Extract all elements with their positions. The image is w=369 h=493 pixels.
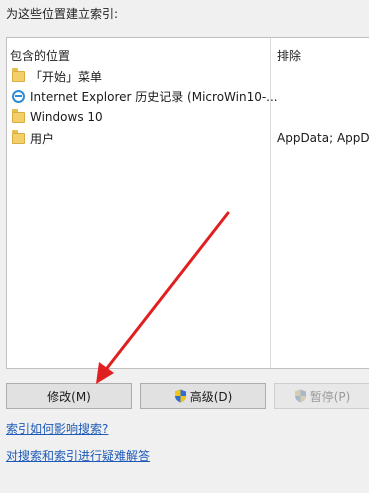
troubleshoot-search-link[interactable]: 对搜索和索引进行疑难解答 — [6, 447, 150, 464]
modify-button[interactable]: 修改(M) — [6, 383, 132, 409]
advanced-button[interactable]: 高级(D) — [140, 383, 266, 409]
list-item[interactable]: Internet Explorer 历史记录 (MicroWin10-... — [12, 86, 278, 106]
pause-button-label: 暂停(P) — [309, 389, 351, 404]
advanced-button-label: 高级(D) — [189, 389, 233, 404]
folder-icon — [12, 129, 25, 144]
shield-icon — [294, 389, 307, 403]
folder-icon — [12, 67, 25, 82]
exclude-value: AppData; AppDa — [277, 131, 369, 145]
list-item[interactable]: Windows 10 — [12, 107, 103, 127]
column-header-exclude[interactable]: 排除 — [277, 47, 301, 64]
folder-icon — [12, 108, 25, 123]
location-label: Internet Explorer 历史记录 (MicroWin10-... — [30, 89, 278, 104]
location-label: 「开始」菜单 — [30, 69, 103, 84]
indexed-locations-list[interactable]: 包含的位置 排除 「开始」菜单 Internet Explorer 历史记录 (… — [6, 37, 369, 369]
shield-icon — [174, 389, 187, 403]
pause-button[interactable]: 暂停(P) — [274, 383, 369, 409]
index-locations-heading: 为这些位置建立索引: — [6, 7, 119, 21]
location-label: 用户 — [30, 131, 55, 146]
how-index-affects-search-link[interactable]: 索引如何影响搜索? — [6, 420, 108, 437]
list-item[interactable]: 用户 — [12, 128, 54, 148]
modify-button-label: 修改(M) — [47, 389, 91, 404]
list-item[interactable]: 「开始」菜单 — [12, 66, 102, 86]
internet-explorer-icon — [12, 89, 25, 103]
location-label: Windows 10 — [30, 110, 103, 124]
column-header-locations[interactable]: 包含的位置 — [10, 47, 70, 64]
